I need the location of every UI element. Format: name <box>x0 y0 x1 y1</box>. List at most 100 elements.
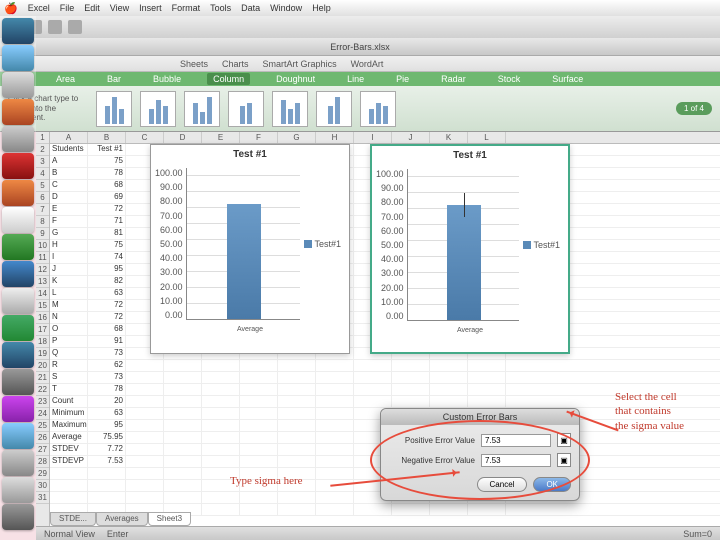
cell[interactable]: 68 <box>88 180 126 191</box>
cell[interactable]: 82 <box>88 276 126 287</box>
cell[interactable] <box>126 432 164 443</box>
cell[interactable]: D <box>50 192 88 203</box>
cell[interactable] <box>278 408 316 419</box>
cell[interactable] <box>316 492 354 503</box>
cell[interactable]: 75 <box>88 240 126 251</box>
cell[interactable] <box>430 360 468 371</box>
row-header[interactable]: 31 <box>36 492 49 504</box>
cell[interactable] <box>354 384 392 395</box>
cell[interactable] <box>240 360 278 371</box>
cell[interactable]: P <box>50 336 88 347</box>
cell[interactable] <box>240 372 278 383</box>
row-header[interactable]: 2 <box>36 144 49 156</box>
dock-item[interactable] <box>2 396 34 422</box>
cell[interactable] <box>202 396 240 407</box>
cell[interactable] <box>240 384 278 395</box>
menu-edit[interactable]: Edit <box>84 3 100 13</box>
cell[interactable]: E <box>50 204 88 215</box>
row-header[interactable]: 28 <box>36 456 49 468</box>
cell[interactable]: Q <box>50 348 88 359</box>
cell[interactable] <box>164 468 202 479</box>
cell[interactable]: 73 <box>88 372 126 383</box>
cell[interactable]: 72 <box>88 300 126 311</box>
toolbar-button[interactable] <box>48 20 62 34</box>
cell[interactable] <box>202 420 240 431</box>
cell[interactable] <box>202 432 240 443</box>
cell[interactable]: L <box>50 288 88 299</box>
cell[interactable] <box>392 384 430 395</box>
cell[interactable]: STDEVP <box>50 456 88 467</box>
chart-type-surface[interactable]: Surface <box>546 73 589 85</box>
cell[interactable]: 75 <box>88 156 126 167</box>
cell[interactable] <box>126 468 164 479</box>
row-header[interactable]: 25 <box>36 420 49 432</box>
chart-thumbnail[interactable] <box>140 91 176 127</box>
cell[interactable]: 72 <box>88 204 126 215</box>
cell[interactable] <box>316 384 354 395</box>
cell[interactable]: K <box>50 276 88 287</box>
cell[interactable]: 91 <box>88 336 126 347</box>
col-header[interactable]: B <box>88 132 126 143</box>
row-header[interactable]: 12 <box>36 264 49 276</box>
cell[interactable] <box>164 432 202 443</box>
cell[interactable] <box>354 504 392 515</box>
chart-thumbnail[interactable] <box>360 91 396 127</box>
cell[interactable]: B <box>50 168 88 179</box>
dock-item[interactable] <box>2 180 34 206</box>
cell[interactable] <box>278 396 316 407</box>
chart-thumbnail[interactable] <box>316 91 352 127</box>
row-header[interactable]: 9 <box>36 228 49 240</box>
cell[interactable] <box>126 372 164 383</box>
cell[interactable]: 74 <box>88 252 126 263</box>
dock-item[interactable] <box>2 450 34 476</box>
cell[interactable] <box>240 396 278 407</box>
cell[interactable] <box>392 360 430 371</box>
cell[interactable] <box>316 504 354 515</box>
cell[interactable]: 73 <box>88 348 126 359</box>
cell[interactable] <box>126 444 164 455</box>
cell[interactable]: STDEV <box>50 444 88 455</box>
cell[interactable] <box>392 372 430 383</box>
row-header[interactable]: 4 <box>36 168 49 180</box>
chart-type-column[interactable]: Column <box>207 73 250 85</box>
row-header[interactable]: 21 <box>36 372 49 384</box>
row-header[interactable]: 1 <box>36 132 49 144</box>
ribbon-tab-smartart[interactable]: SmartArt Graphics <box>263 59 337 69</box>
cell[interactable] <box>164 444 202 455</box>
cell[interactable] <box>50 468 88 479</box>
cell[interactable] <box>164 384 202 395</box>
chart-type-area[interactable]: Area <box>50 73 81 85</box>
cell[interactable] <box>316 408 354 419</box>
apple-menu[interactable]: 🍎 <box>4 2 18 15</box>
row-header[interactable]: 10 <box>36 240 49 252</box>
row-header[interactable]: 5 <box>36 180 49 192</box>
cell[interactable] <box>316 396 354 407</box>
chart-type-radar[interactable]: Radar <box>435 73 472 85</box>
cell[interactable]: J <box>50 264 88 275</box>
cell[interactable] <box>354 360 392 371</box>
cell[interactable] <box>316 372 354 383</box>
cell[interactable]: 7.72 <box>88 444 126 455</box>
row-header[interactable]: 23 <box>36 396 49 408</box>
cell[interactable]: 75.95 <box>88 432 126 443</box>
dock-item[interactable] <box>2 342 34 368</box>
sheet-tab[interactable]: Averages <box>96 512 148 526</box>
dock-item[interactable] <box>2 153 34 179</box>
menu-tools[interactable]: Tools <box>210 3 231 13</box>
cell[interactable] <box>316 420 354 431</box>
cell[interactable]: 63 <box>88 408 126 419</box>
row-header[interactable]: 26 <box>36 432 49 444</box>
cell[interactable] <box>354 372 392 383</box>
row-header[interactable]: 22 <box>36 384 49 396</box>
cell[interactable]: M <box>50 300 88 311</box>
cell[interactable]: 62 <box>88 360 126 371</box>
row-header[interactable]: 27 <box>36 444 49 456</box>
cell[interactable] <box>278 456 316 467</box>
chart-type-pie[interactable]: Pie <box>390 73 415 85</box>
cell[interactable] <box>202 444 240 455</box>
cell[interactable]: Minimum <box>50 408 88 419</box>
col-header[interactable]: D <box>164 132 202 143</box>
cell[interactable] <box>354 396 392 407</box>
cell[interactable] <box>468 396 506 407</box>
chart-thumbnail[interactable] <box>228 91 264 127</box>
